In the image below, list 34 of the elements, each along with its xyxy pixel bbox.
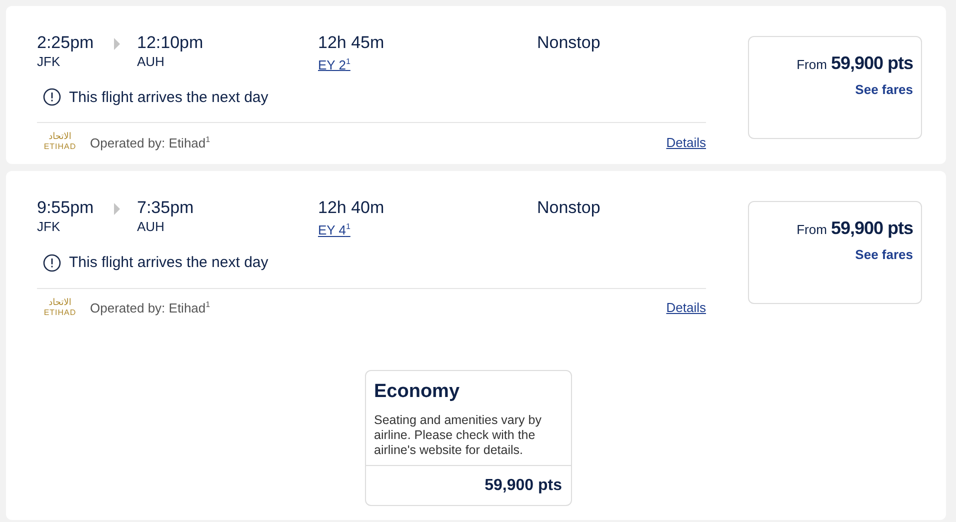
details-link[interactable]: Details [666,300,706,316]
price-prefix: From [796,57,827,72]
arrival-time: 7:35pm [137,198,195,218]
info-icon [43,254,61,272]
see-fares-link[interactable]: See fares [855,247,913,262]
fare-card[interactable]: Economy Seating and amenities vary by airline. Please check with the airline's website for details. 59,900 pts [365,370,572,506]
price-amount: 59,900 pts [830,218,913,240]
price-amount: 59,900 pts [830,53,913,74]
stops-label: Nonstop [537,33,602,53]
price-prefix: From [796,222,827,238]
airport-code: AUH [137,219,166,236]
see-fares-link[interactable]: See fares [855,82,913,97]
flight-number-link[interactable]: EY 4$^{1}$ [318,219,350,239]
flight-duration: 12h 45m [318,33,386,53]
operator-text: Operated by: Etihad$^{1}$ [90,134,210,150]
caret-icon [113,202,121,216]
details-link[interactable]: Details [666,134,706,150]
operator-text: Operated by: Etihad$^{1}$ [90,300,210,316]
flight-duration: 12h 40m [318,198,386,218]
flight-number-link[interactable]: EY 2$^{1}$ [318,54,350,74]
caret-icon [113,37,121,51]
stops-label: Nonstop [537,198,602,218]
arrival-time: 12:10pm [137,33,204,53]
departure-time: 9:55pm [37,198,95,218]
notice-text: This flight arrives the next day [69,88,268,106]
departure-time: 2:25pm [37,33,95,53]
airport-code: JFK [37,54,62,70]
fare-price: 59,900 pts [484,476,563,496]
notice-text: This flight arrives the next day [69,254,268,272]
info-icon [43,88,61,106]
airport-code: AUH [137,54,166,70]
fare-name: Economy [373,380,461,403]
fare-description: Seating and amenities vary by airline. Please check with the airline's website for details. [366,402,571,466]
airport-code: JFK [37,219,62,236]
